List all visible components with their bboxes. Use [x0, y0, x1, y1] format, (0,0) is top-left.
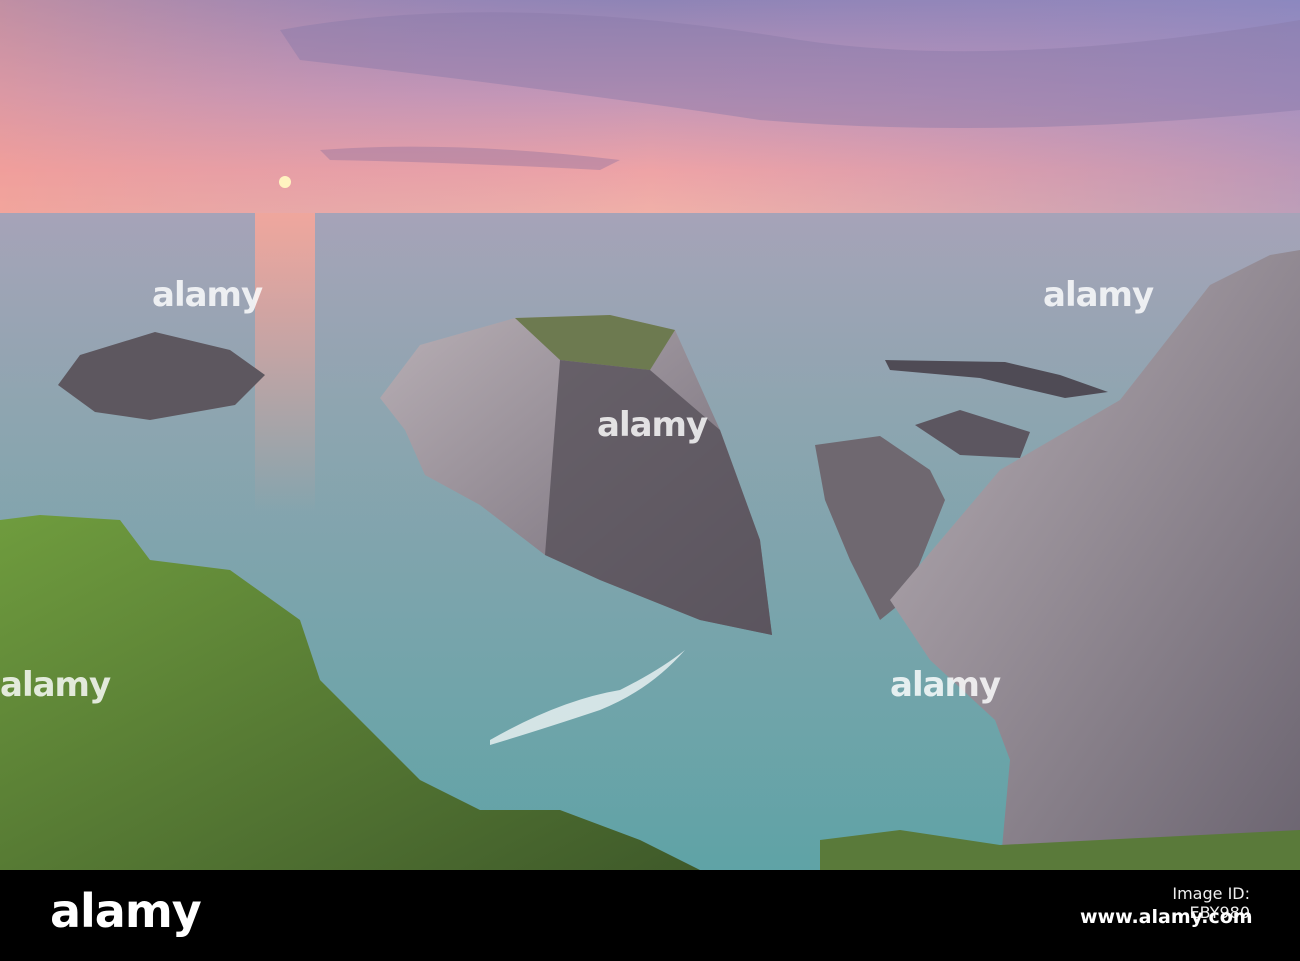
watermark: alamy [597, 405, 708, 445]
sun [279, 176, 291, 188]
watermark: alamy [152, 275, 263, 315]
watermark: alamy [0, 665, 111, 705]
coastal-sunset-photo: alamy alamy alamy alamy alamy [0, 0, 1300, 870]
footer-bar: alamy Image ID: EBY980 www.alamy.com [0, 870, 1300, 961]
site-url: www.alamy.com [1080, 906, 1253, 928]
watermark: alamy [1043, 275, 1154, 315]
alamy-logo: alamy [50, 884, 202, 938]
watermark: alamy [890, 665, 1001, 705]
